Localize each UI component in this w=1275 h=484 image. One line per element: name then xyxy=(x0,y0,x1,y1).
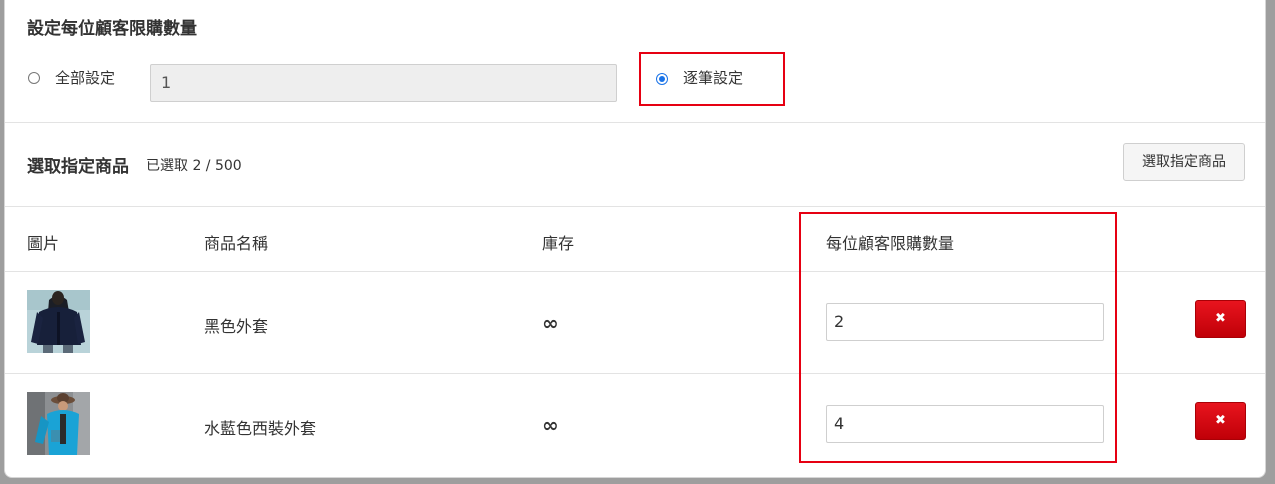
limit-settings-panel: 設定每位顧客限購數量 全部設定 1 逐筆設定 選取指定商品 已選取 2 / 50… xyxy=(4,0,1266,478)
header-name: 商品名稱 xyxy=(204,234,269,253)
all-limit-input: 1 xyxy=(150,64,617,102)
product-name: 黑色外套 xyxy=(204,317,269,336)
delete-row-button[interactable]: ✖ xyxy=(1195,300,1246,338)
close-icon: ✖ xyxy=(1215,413,1226,428)
radio-all-settings[interactable] xyxy=(28,72,40,84)
select-products-button[interactable]: 選取指定商品 xyxy=(1123,143,1245,181)
delete-row-button[interactable]: ✖ xyxy=(1195,402,1246,440)
radio-each-setting[interactable] xyxy=(656,73,668,85)
selected-count: 已選取 2 / 500 xyxy=(146,158,242,174)
product-thumbnail xyxy=(27,290,90,353)
header-image: 圖片 xyxy=(27,234,60,253)
highlight-box-limit-column xyxy=(799,212,1117,463)
close-icon: ✖ xyxy=(1215,311,1226,326)
table-top-divider xyxy=(5,206,1265,207)
section-divider xyxy=(5,122,1265,123)
stock-value: ∞ xyxy=(542,413,559,437)
product-name: 水藍色西裝外套 xyxy=(204,419,317,438)
product-section-title: 選取指定商品 xyxy=(27,157,129,177)
product-thumbnail xyxy=(27,392,90,455)
stock-value: ∞ xyxy=(542,311,559,335)
limit-section-title: 設定每位顧客限購數量 xyxy=(27,19,197,39)
radio-each-setting-label[interactable]: 逐筆設定 xyxy=(683,67,743,88)
radio-all-settings-label[interactable]: 全部設定 xyxy=(55,67,115,88)
header-stock: 庫存 xyxy=(542,234,575,253)
